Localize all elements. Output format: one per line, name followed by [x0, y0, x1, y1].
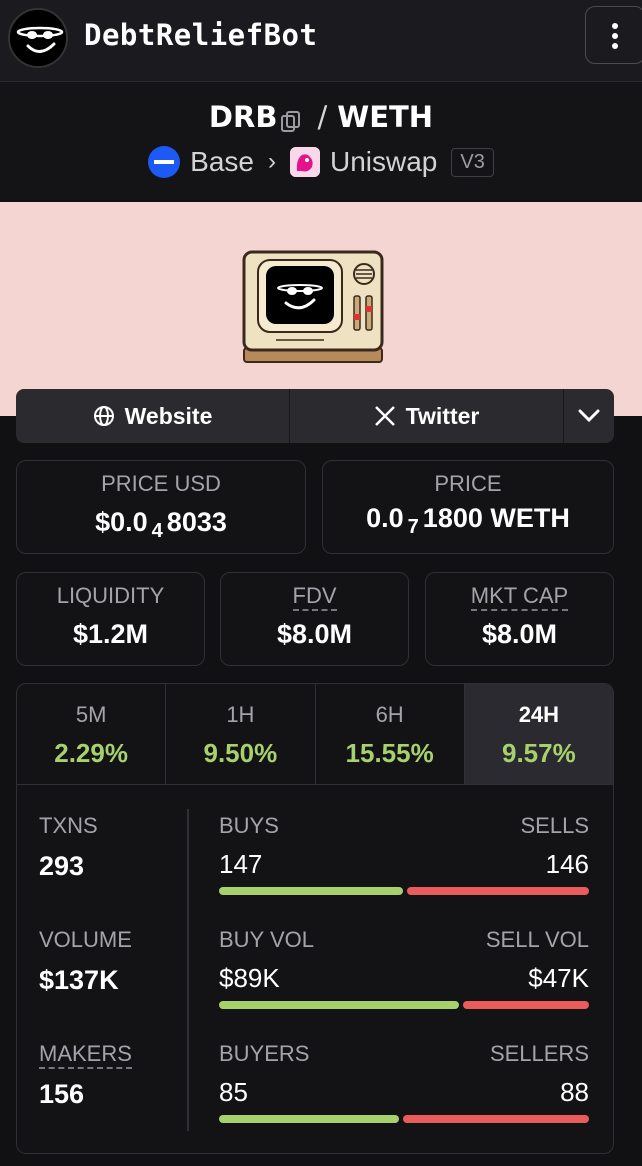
website-button[interactable]: Website: [16, 389, 290, 443]
volume-stat: VOLUME $137K: [39, 927, 132, 995]
fdv-box: FDV $8.0M: [220, 572, 409, 666]
sell-vol-value: $47K: [528, 963, 589, 993]
top-bar: DebtReliefBot: [0, 0, 642, 82]
base-symbol: DRB: [208, 100, 278, 134]
change-6h: 15.55%: [345, 738, 434, 768]
change-5m: 2.29%: [54, 738, 128, 768]
uniswap-icon: [289, 147, 320, 177]
pair-header: DRB / WETH Base › Uniswap V3: [0, 82, 642, 200]
buys-sells-bar: [219, 887, 589, 895]
makers-stat: MAKERS 156: [39, 1041, 132, 1109]
buyers-sellers-bar: [219, 1115, 589, 1123]
price-native-value: 0.0 7 1800 WETH: [366, 503, 570, 538]
price-usd-box: PRICE USD $0.0 4 8033: [16, 460, 306, 554]
price-native-label: PRICE: [434, 471, 502, 496]
globe-icon: [93, 406, 114, 426]
price-usd-label: PRICE USD: [101, 471, 221, 496]
fdv-value: $8.0M: [276, 619, 353, 649]
mktcap-box: MKT CAP $8.0M: [425, 572, 614, 666]
tab-5m[interactable]: 5M 2.29%: [17, 684, 167, 784]
txns-stat: TXNS 293: [39, 813, 98, 881]
mktcap-label[interactable]: MKT CAP: [470, 583, 569, 611]
trade-details: TXNS 293 VOLUME $137K MAKERS 156 BUYS SEL…: [16, 785, 614, 1154]
tab-6h[interactable]: 6H 15.55%: [316, 684, 465, 784]
token-name: DebtReliefBot: [84, 18, 318, 52]
fdv-label[interactable]: FDV: [292, 583, 337, 611]
pair-title: DRB / WETH: [0, 100, 642, 134]
chevron-right-icon: ›: [267, 148, 276, 175]
sells-value: 146: [545, 849, 589, 879]
version-badge: V3: [451, 147, 494, 177]
chevron-down-icon: [578, 409, 600, 423]
more-links-button[interactable]: [564, 389, 614, 443]
volume-split-bar: [219, 1001, 589, 1009]
liquidity-value: $1.2M: [72, 619, 149, 649]
tab-24h[interactable]: 24H 9.57%: [464, 684, 613, 784]
quote-symbol: WETH: [337, 100, 434, 134]
twitter-label: Twitter: [405, 402, 480, 429]
timeframe-tabs: 5M 2.29% 1H 9.50% 6H 15.55% 24H 9.57%: [16, 683, 614, 785]
twitter-button[interactable]: Twitter: [290, 389, 564, 443]
copy-icon[interactable]: [281, 106, 301, 132]
price-usd-value: $0.0 4 8033: [95, 507, 227, 542]
more-menu-button[interactable]: [585, 6, 642, 64]
x-twitter-icon: [374, 406, 395, 426]
divider: [187, 809, 189, 1131]
price-native-box: PRICE 0.0 7 1800 WETH: [322, 460, 614, 554]
mktcap-value: $8.0M: [481, 619, 558, 649]
base-chain-icon: [148, 146, 181, 178]
social-links: Website Twitter: [16, 389, 614, 443]
buys-value: 147: [219, 849, 263, 879]
buyers-value: 85: [219, 1077, 248, 1107]
chain-link[interactable]: Base: [190, 146, 254, 178]
buy-vol-value: $89K: [219, 963, 280, 993]
liquidity-box: LIQUIDITY $1.2M: [16, 572, 205, 666]
change-24h: 9.57%: [502, 738, 576, 768]
volume-split-stat: BUY VOL SELL VOL $89K $47K: [219, 927, 589, 1017]
token-banner: [0, 202, 642, 416]
dex-link[interactable]: Uniswap: [330, 146, 437, 178]
buys-sells-stat: BUYS SELLS 147 146: [219, 813, 589, 903]
chain-dex-row: Base › Uniswap V3: [0, 146, 642, 178]
makers-label[interactable]: MAKERS: [39, 1041, 132, 1069]
change-1h: 9.50%: [203, 738, 278, 768]
website-label: Website: [124, 402, 213, 429]
buyers-sellers-stat: BUYERS SELLERS 85 88: [219, 1041, 589, 1131]
tab-1h[interactable]: 1H 9.50%: [166, 684, 316, 784]
sellers-value: 88: [560, 1077, 589, 1107]
pair-separator: /: [317, 100, 328, 134]
tv-mascot-image: [242, 250, 384, 363]
kebab-menu-icon: [612, 23, 618, 29]
liquidity-label: LIQUIDITY: [56, 583, 165, 608]
token-logo: [8, 8, 68, 68]
